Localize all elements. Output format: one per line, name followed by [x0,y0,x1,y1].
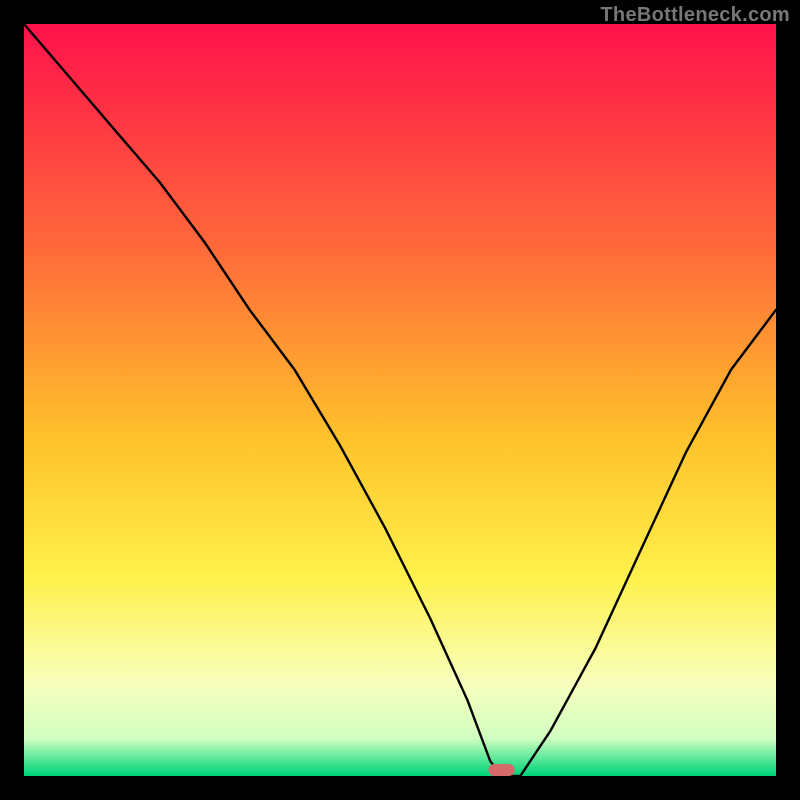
chart-outer-frame: TheBottleneck.com [0,0,800,800]
chart-svg [24,24,776,776]
plot-area [24,24,776,776]
optimal-marker [488,764,514,776]
gradient-background [24,24,776,776]
